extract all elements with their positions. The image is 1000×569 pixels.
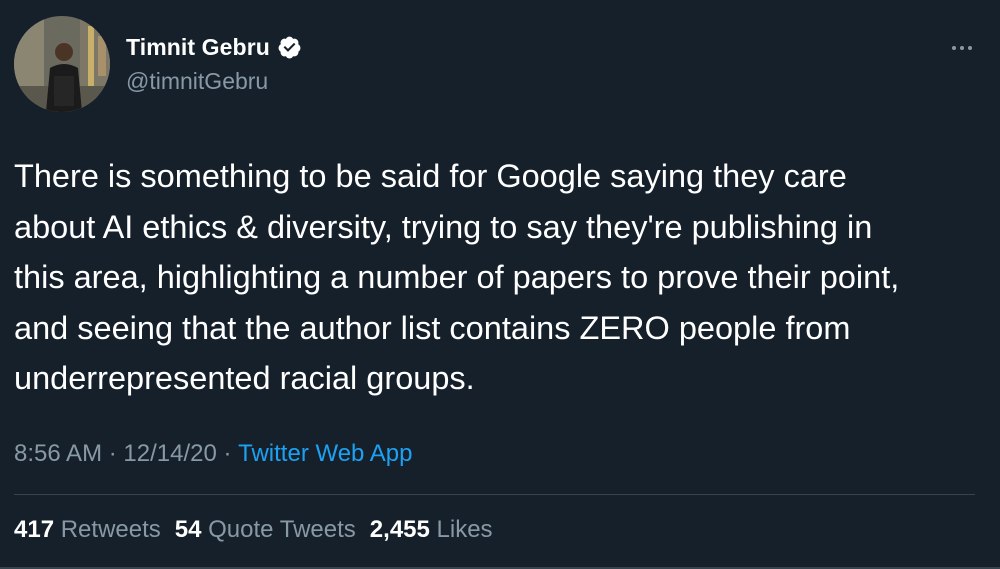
tweet-time[interactable]: 8:56 AM (14, 440, 102, 468)
tweet-text: There is something to be said for Google… (14, 158, 900, 396)
tweet-card: Timnit Gebru @timnitGebru There is somet… (0, 0, 1000, 569)
tweet-meta: 8:56 AM · 12/14/20 · Twitter Web App (14, 440, 412, 468)
author-display-name[interactable]: Timnit Gebru (126, 34, 270, 61)
tweet-stats: 417 Retweets 54 Quote Tweets 2,455 Likes (14, 516, 493, 544)
author-handle[interactable]: @timnitGebru (126, 68, 268, 95)
author-name-row: Timnit Gebru (126, 34, 302, 61)
tweet-source-link[interactable]: Twitter Web App (238, 440, 412, 468)
retweets-stat[interactable]: 417 Retweets (14, 516, 161, 544)
meta-separator: · (102, 440, 124, 467)
divider (14, 494, 975, 495)
likes-label: Likes (436, 516, 493, 543)
verified-badge-icon (277, 35, 302, 60)
more-options-icon[interactable] (950, 38, 974, 58)
meta-separator: · (216, 440, 239, 467)
retweets-count: 417 (14, 516, 55, 543)
avatar-photo (14, 16, 110, 112)
likes-stat[interactable]: 2,455 Likes (370, 516, 493, 544)
tweet-date[interactable]: 12/14/20 (123, 440, 216, 468)
retweets-label: Retweets (60, 516, 161, 543)
likes-count: 2,455 (369, 516, 430, 543)
avatar[interactable] (14, 16, 110, 112)
quote-tweets-stat[interactable]: 54 Quote Tweets (175, 516, 356, 544)
quote-tweets-label: Quote Tweets (208, 516, 356, 543)
quote-tweets-count: 54 (174, 516, 202, 543)
